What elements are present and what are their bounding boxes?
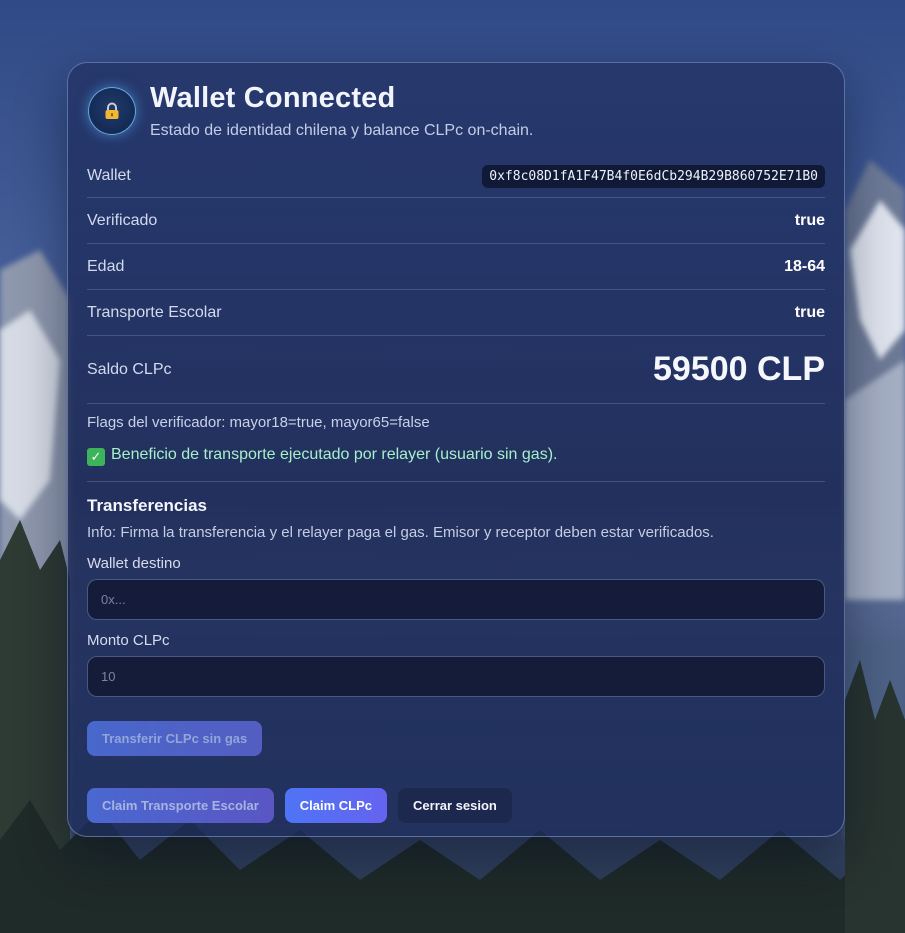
amount-input[interactable] [87, 656, 825, 697]
verifier-flags: Flags del verificador: mayor18=true, may… [87, 414, 430, 431]
balance-row: Saldo CLPc 59500 CLP [87, 336, 825, 404]
transport-label: Transporte Escolar [87, 303, 222, 321]
action-bar: Claim Transporte Escolar Claim CLPc Cerr… [87, 788, 825, 823]
wallet-card: Wallet Connected Estado de identidad chi… [67, 62, 845, 837]
transfers-title: Transferencias [87, 496, 208, 515]
page-subtitle: Estado de identidad chilena y balance CL… [150, 122, 534, 139]
lock-icon [88, 87, 136, 135]
age-row: Edad 18-64 [87, 244, 825, 290]
success-text: Beneficio de transporte ejecutado por re… [111, 446, 558, 463]
transport-row: Transporte Escolar true [87, 290, 825, 336]
transfers-info: Info: Firma la transferencia y el relaye… [87, 524, 714, 541]
claim-clpc-button[interactable]: Claim CLPc [284, 788, 388, 823]
claim-transport-button[interactable]: Claim Transporte Escolar [87, 788, 274, 823]
verified-value: true [794, 211, 825, 229]
age-value: 18-64 [784, 257, 825, 275]
logout-button[interactable]: Cerrar sesion [398, 788, 512, 823]
wallet-label: Wallet [87, 167, 131, 184]
balance-label: Saldo CLPc [87, 360, 172, 378]
age-label: Edad [87, 257, 125, 275]
verified-label: Verificado [87, 211, 158, 229]
wallet-row: Wallet 0xf8c08D1fA1F47B4f0E6dCb294B29B86… [87, 155, 825, 198]
verified-row: Verificado true [87, 198, 825, 244]
transfer-button[interactable]: Transferir CLPc sin gas [87, 721, 263, 756]
amount-label: Monto CLPc [87, 632, 170, 649]
destination-wallet-input[interactable] [87, 579, 825, 620]
card-header: Wallet Connected Estado de identidad chi… [87, 63, 825, 155]
check-mark-icon: ✓ [87, 448, 105, 466]
transport-value: true [794, 303, 825, 321]
wallet-address: 0xf8c08D1fA1F47B4f0E6dCb294B29B860752E71… [482, 164, 825, 188]
success-message: ✓ Beneficio de transporte ejecutado por r… [87, 446, 825, 482]
balance-value: 59500 CLP [653, 350, 825, 388]
page-title: Wallet Connected [150, 82, 396, 114]
destination-label: Wallet destino [87, 555, 181, 572]
